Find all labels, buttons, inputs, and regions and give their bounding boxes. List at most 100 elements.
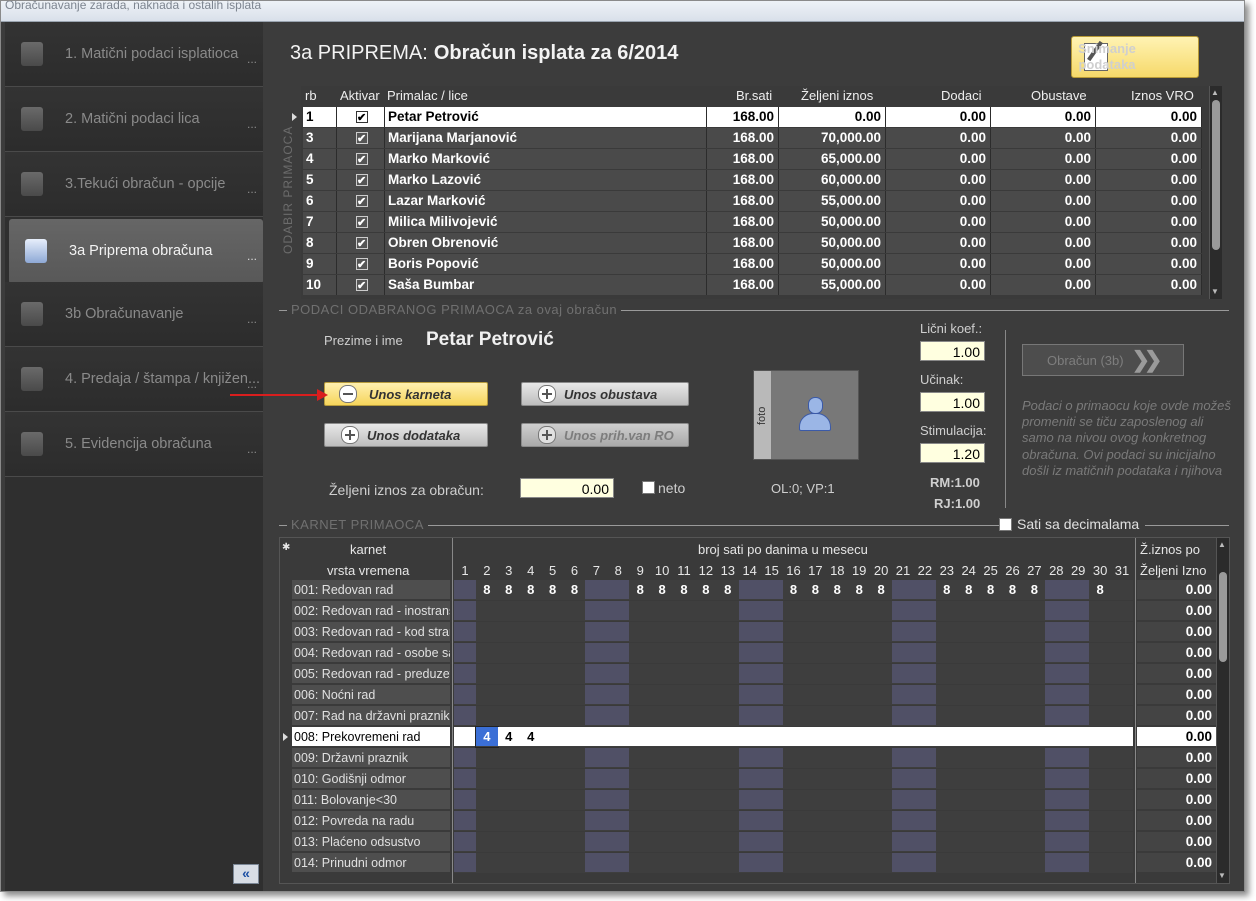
- day-cell[interactable]: [1089, 811, 1112, 831]
- day-cell[interactable]: [738, 601, 761, 621]
- active-checkbox[interactable]: [337, 191, 385, 212]
- day-cell[interactable]: [1111, 643, 1133, 663]
- day-cell[interactable]: [1089, 769, 1112, 789]
- stimulacija-input[interactable]: 1.20: [920, 443, 985, 463]
- day-cell[interactable]: [1045, 706, 1068, 726]
- day-cell[interactable]: [673, 727, 695, 747]
- day-cell[interactable]: [673, 664, 695, 684]
- day-cell[interactable]: 8: [497, 580, 520, 600]
- day-cell[interactable]: [979, 601, 1002, 621]
- day-cell[interactable]: [563, 853, 586, 873]
- day-cell[interactable]: [957, 601, 980, 621]
- day-cell[interactable]: [673, 811, 695, 831]
- day-cell[interactable]: [1023, 811, 1046, 831]
- day-cell[interactable]: [957, 727, 980, 747]
- day-cell[interactable]: [607, 790, 630, 810]
- day-cell[interactable]: [738, 580, 761, 600]
- day-cell[interactable]: [519, 706, 542, 726]
- day-cell[interactable]: [738, 748, 761, 768]
- day-cell[interactable]: [607, 727, 630, 747]
- zeljeni-iznos-cell[interactable]: 0.00: [1137, 622, 1216, 642]
- day-cell[interactable]: [892, 580, 914, 600]
- karnet-row[interactable]: 012: Povreda na radu 0.00: [280, 811, 1229, 832]
- day-cell[interactable]: [475, 748, 498, 768]
- day-cell[interactable]: [760, 685, 783, 705]
- day-cell[interactable]: [1111, 748, 1133, 768]
- zeljeni-iznos-cell[interactable]: 0.00: [1137, 748, 1216, 768]
- day-cell[interactable]: [826, 706, 849, 726]
- day-cell[interactable]: [848, 664, 871, 684]
- day-cell[interactable]: 8: [475, 580, 498, 600]
- day-cell[interactable]: [892, 769, 914, 789]
- day-cell[interactable]: [716, 832, 739, 852]
- day-cell[interactable]: [848, 748, 871, 768]
- day-cell[interactable]: [497, 748, 520, 768]
- day-cell[interactable]: [673, 601, 695, 621]
- day-cell[interactable]: [519, 769, 542, 789]
- karnet-row[interactable]: 008: Prekovremeni rad 4 4 4 0.00: [280, 726, 1229, 748]
- day-cell[interactable]: [826, 664, 849, 684]
- day-cell[interactable]: [694, 853, 717, 873]
- day-cell[interactable]: [957, 664, 980, 684]
- day-cell[interactable]: [935, 811, 958, 831]
- day-cell[interactable]: [979, 811, 1002, 831]
- photo-box[interactable]: foto: [753, 370, 859, 460]
- active-checkbox[interactable]: [337, 233, 385, 254]
- day-cell[interactable]: [935, 769, 958, 789]
- day-cell[interactable]: [497, 769, 520, 789]
- day-cell[interactable]: [716, 643, 739, 663]
- recipients-col-header[interactable]: Obustave: [1031, 88, 1087, 103]
- day-cell[interactable]: 8: [519, 580, 542, 600]
- day-cell[interactable]: [913, 790, 936, 810]
- day-cell[interactable]: [760, 727, 783, 747]
- day-cell[interactable]: [563, 790, 586, 810]
- day-cell[interactable]: 8: [1023, 580, 1046, 600]
- day-cell[interactable]: [913, 643, 936, 663]
- day-cell[interactable]: [497, 811, 520, 831]
- day-cell[interactable]: [1001, 769, 1024, 789]
- day-cell[interactable]: [694, 811, 717, 831]
- day-cell[interactable]: [892, 853, 914, 873]
- day-cell[interactable]: [892, 622, 914, 642]
- unos-prih-button[interactable]: Unos prih.van RO: [521, 423, 689, 447]
- sidebar-item-2[interactable]: 2. Matični podaci lica...: [5, 87, 263, 152]
- day-cell[interactable]: [585, 727, 608, 747]
- karnet-scrollbar[interactable]: ▲ ▼: [1216, 538, 1229, 883]
- day-cell[interactable]: [1067, 580, 1090, 600]
- day-cell[interactable]: [760, 748, 783, 768]
- day-cell[interactable]: [1023, 727, 1046, 747]
- day-cell[interactable]: [979, 643, 1002, 663]
- day-cell[interactable]: 8: [1089, 580, 1112, 600]
- day-cell[interactable]: [1067, 643, 1090, 663]
- day-cell[interactable]: [1067, 790, 1090, 810]
- day-cell[interactable]: 8: [651, 580, 674, 600]
- recipients-col-header[interactable]: Primalac / lice: [387, 88, 468, 103]
- day-cell[interactable]: [1111, 580, 1133, 600]
- day-cell[interactable]: [870, 727, 893, 747]
- day-cell[interactable]: [475, 622, 498, 642]
- day-cell[interactable]: [629, 601, 652, 621]
- sati-decimal-checkbox[interactable]: [999, 517, 1012, 531]
- day-cell[interactable]: [541, 664, 564, 684]
- day-cell[interactable]: [804, 748, 827, 768]
- zeljeni-iznos-cell[interactable]: 0.00: [1137, 769, 1216, 789]
- karnet-row[interactable]: 010: Godišnji odmor 0.00: [280, 769, 1229, 790]
- day-cell[interactable]: [651, 853, 674, 873]
- day-cell[interactable]: [607, 832, 630, 852]
- karnet-row[interactable]: 011: Bolovanje<30 0.00: [280, 790, 1229, 811]
- day-cell[interactable]: [892, 748, 914, 768]
- day-cell[interactable]: [913, 622, 936, 642]
- day-cell[interactable]: [804, 811, 827, 831]
- day-cell[interactable]: [848, 811, 871, 831]
- day-cell[interactable]: [454, 601, 476, 621]
- day-cell[interactable]: [935, 601, 958, 621]
- day-cell[interactable]: [870, 685, 893, 705]
- day-cell[interactable]: [848, 601, 871, 621]
- zeljeni-iznos-cell[interactable]: 0.00: [1137, 685, 1216, 705]
- day-cell[interactable]: [957, 706, 980, 726]
- day-cell[interactable]: [585, 853, 608, 873]
- day-cell[interactable]: [782, 664, 805, 684]
- zeljeni-iznos-cell[interactable]: 0.00: [1137, 580, 1216, 600]
- day-cell[interactable]: [454, 832, 476, 852]
- day-cell[interactable]: [913, 811, 936, 831]
